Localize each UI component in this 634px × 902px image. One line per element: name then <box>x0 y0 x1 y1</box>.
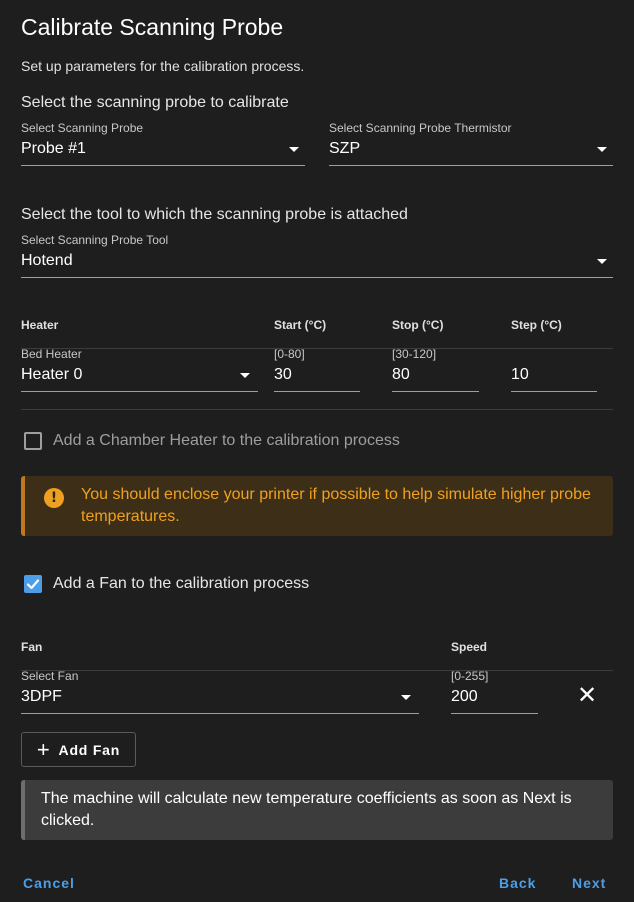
dropdown-caret-icon <box>240 373 250 378</box>
thermistor-select-value: SZP <box>329 140 361 157</box>
fan-speed-value: 200 <box>451 688 478 705</box>
next-button[interactable]: Next <box>572 875 606 891</box>
back-button[interactable]: Back <box>499 875 536 891</box>
fan-select[interactable]: Select Fan 3DPF <box>21 669 419 714</box>
field-underline <box>329 165 613 166</box>
plus-icon: + <box>36 736 51 762</box>
step-temp-input[interactable]: 10 <box>511 347 597 392</box>
speed-column-header: Speed <box>451 640 488 654</box>
field-underline <box>274 391 360 392</box>
probe-select-label: Select Scanning Probe <box>21 121 144 135</box>
stop-column-header: Stop (°C) <box>392 318 444 332</box>
cancel-button[interactable]: Cancel <box>23 875 75 891</box>
tool-select-value: Hotend <box>21 252 73 269</box>
exclamation-circle-icon: ! <box>44 488 64 508</box>
stop-temp-input[interactable]: [30-120] 80 <box>392 347 479 392</box>
thermistor-select-label: Select Scanning Probe Thermistor <box>329 121 512 135</box>
tool-select-label: Select Scanning Probe Tool <box>21 233 169 247</box>
thermistor-select[interactable]: Select Scanning Probe Thermistor SZP <box>329 121 613 166</box>
heater-select[interactable]: Bed Heater Heater 0 <box>21 347 258 392</box>
add-fan-button[interactable]: + Add Fan <box>21 732 136 767</box>
stop-temp-value: 80 <box>392 366 410 383</box>
heater-select-label: Bed Heater <box>21 347 82 361</box>
dropdown-caret-icon <box>597 147 607 152</box>
dialog-subtitle: Set up parameters for the calibration pr… <box>21 58 305 74</box>
field-underline <box>21 713 419 714</box>
dropdown-caret-icon <box>597 259 607 264</box>
tool-select[interactable]: Select Scanning Probe Tool Hotend <box>21 233 613 278</box>
heater-select-value: Heater 0 <box>21 366 83 383</box>
dialog-title: Calibrate Scanning Probe <box>21 14 284 40</box>
step-temp-value: 10 <box>511 366 529 383</box>
start-temp-hint: [0-80] <box>274 347 305 361</box>
fan-speed-hint: [0-255] <box>451 669 489 683</box>
add-fan-button-label: Add Fan <box>58 741 121 758</box>
probe-section-heading: Select the scanning probe to calibrate <box>21 94 289 111</box>
field-underline <box>451 713 538 714</box>
warning-text: You should enclose your printer if possi… <box>81 486 591 525</box>
remove-fan-close-icon[interactable]: ✕ <box>577 683 597 707</box>
fan-speed-input[interactable]: [0-255] 200 <box>451 669 538 714</box>
start-column-header: Start (°C) <box>274 318 327 332</box>
chamber-heater-checkbox-label: Add a Chamber Heater to the calibration … <box>53 432 400 449</box>
fan-select-value: 3DPF <box>21 688 62 705</box>
probe-select[interactable]: Select Scanning Probe Probe #1 <box>21 121 305 166</box>
probe-select-value: Probe #1 <box>21 140 86 157</box>
field-underline <box>21 277 613 278</box>
start-temp-input[interactable]: [0-80] 30 <box>274 347 360 392</box>
dropdown-caret-icon <box>289 147 299 152</box>
fan-checkbox-label: Add a Fan to the calibration process <box>53 575 310 592</box>
calculation-info-alert: The machine will calculate new temperatu… <box>21 780 613 840</box>
enclosure-warning-alert: ! You should enclose your printer if pos… <box>21 476 613 536</box>
start-temp-value: 30 <box>274 366 292 383</box>
field-underline <box>21 391 258 392</box>
tool-section-heading: Select the tool to which the scanning pr… <box>21 206 408 223</box>
field-underline <box>511 391 597 392</box>
fan-checkbox[interactable] <box>24 575 42 593</box>
heater-column-header: Heater <box>21 318 59 332</box>
info-text: The machine will calculate new temperatu… <box>41 790 572 829</box>
table-row-divider <box>21 409 613 410</box>
fan-checkbox-row[interactable]: Add a Fan to the calibration process <box>24 575 309 593</box>
checkmark-icon <box>26 579 40 590</box>
chamber-heater-checkbox[interactable] <box>24 432 42 450</box>
fan-column-header: Fan <box>21 640 43 654</box>
chamber-heater-checkbox-row[interactable]: Add a Chamber Heater to the calibration … <box>24 432 400 450</box>
field-underline <box>21 165 305 166</box>
stop-temp-hint: [30-120] <box>392 347 437 361</box>
field-underline <box>392 391 479 392</box>
fan-select-label: Select Fan <box>21 669 79 683</box>
dropdown-caret-icon <box>401 695 411 700</box>
step-column-header: Step (°C) <box>511 318 562 332</box>
